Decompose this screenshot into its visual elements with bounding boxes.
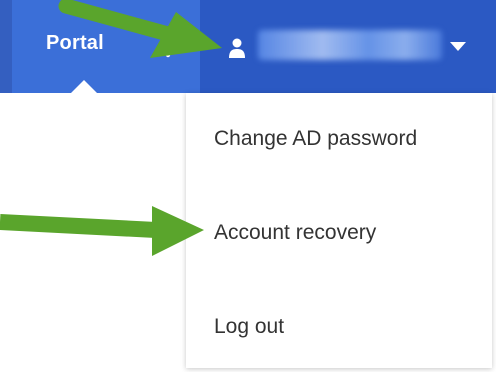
annotation-arrow-account-recovery	[0, 206, 204, 256]
top-navigation-bar: Portal	[0, 0, 496, 94]
topbar-edge	[0, 0, 12, 93]
menu-item-account-recovery[interactable]: Account recovery	[214, 221, 376, 245]
bell-icon[interactable]	[158, 36, 178, 58]
active-tab-indicator	[70, 80, 98, 94]
menu-item-change-ad-password[interactable]: Change AD password	[214, 127, 417, 151]
user-icon	[229, 38, 245, 58]
menu-item-log-out[interactable]: Log out	[214, 315, 284, 339]
user-name-redacted	[258, 30, 442, 60]
portal-nav-link[interactable]: Portal	[46, 32, 104, 55]
chevron-down-icon[interactable]	[450, 42, 466, 51]
user-dropdown-menu: Change AD password Account recovery Log …	[186, 93, 492, 368]
